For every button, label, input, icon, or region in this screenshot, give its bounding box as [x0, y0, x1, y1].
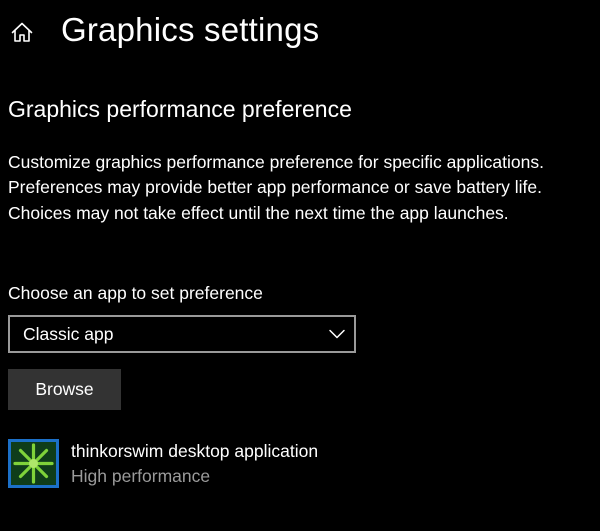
thinkorswim-icon — [8, 439, 59, 488]
dropdown-selected-value: Classic app — [23, 324, 114, 344]
app-name: thinkorswim desktop application — [71, 441, 319, 461]
home-icon — [11, 22, 33, 42]
browse-button[interactable]: Browse — [8, 369, 121, 410]
header: Graphics settings — [0, 0, 600, 64]
app-type-dropdown[interactable]: Classic app — [8, 315, 356, 353]
app-picker-label: Choose an app to set preference — [8, 283, 263, 303]
app-preference: High performance — [71, 466, 211, 486]
page-title: Graphics settings — [61, 11, 320, 48]
chevron-down-icon — [329, 329, 345, 339]
section-description: Customize graphics performance preferenc… — [8, 152, 544, 223]
list-item[interactable]: thinkorswim desktop application High per… — [8, 438, 593, 492]
home-button[interactable] — [6, 16, 38, 48]
section-title: Graphics performance preference — [8, 96, 352, 122]
